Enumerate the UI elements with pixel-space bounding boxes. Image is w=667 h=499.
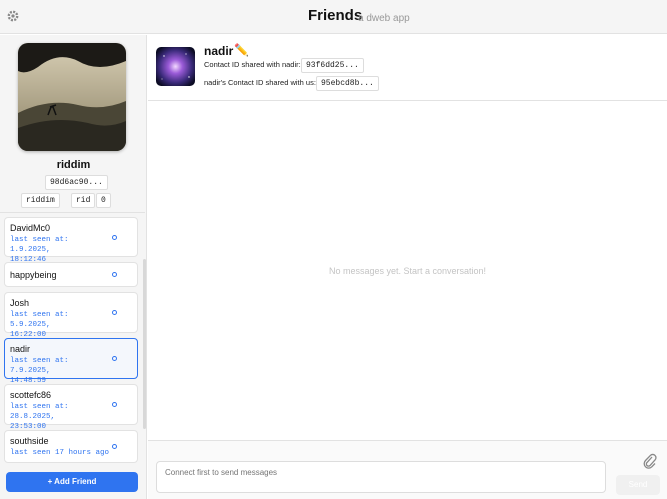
status-dot-icon [112, 356, 117, 361]
self-id-chip[interactable]: 98d6ac90... [45, 175, 108, 190]
add-friend-button[interactable]: + Add Friend [6, 472, 138, 492]
friend-card[interactable]: scottefc86 last seen at: 28.8.2025, 23:53… [4, 384, 138, 431]
sidebar: riddim 98d6ac90... riddim rid 0 DavidMc0… [0, 35, 147, 499]
friend-name: scottefc86 [10, 390, 52, 400]
friend-card[interactable]: happybeing [4, 262, 138, 287]
status-dot-icon [112, 310, 117, 315]
message-input[interactable] [156, 461, 606, 493]
received-id-label: nadir's Contact ID shared with us: [204, 78, 316, 87]
page-subtitle: a dweb app [358, 13, 410, 24]
self-tag-chip[interactable]: 0 [96, 193, 111, 208]
friend-last-seen: last seen 17 hours ago [10, 449, 110, 457]
friend-name: Josh [10, 298, 30, 308]
status-dot-icon [112, 444, 117, 449]
shared-id-chip[interactable]: 93f6dd25... [301, 58, 364, 73]
friend-name: southside [10, 436, 49, 446]
empty-messages-text: No messages yet. Start a conversation! [328, 266, 487, 276]
friend-card[interactable]: southside last seen 17 hours ago [4, 430, 138, 463]
status-dot-icon [112, 272, 117, 277]
status-dot-icon [112, 402, 117, 407]
self-tag-chip[interactable]: riddim [21, 193, 60, 208]
friend-card-selected[interactable]: nadir last seen at: 7.9.2025, 14:48:59 [4, 338, 138, 385]
self-avatar[interactable] [18, 43, 126, 151]
paperclip-icon[interactable] [643, 453, 659, 469]
status-dot-icon [112, 235, 117, 240]
self-name: riddim [56, 159, 91, 171]
contact-avatar[interactable] [156, 47, 195, 86]
received-id-chip[interactable]: 95ebcd8b... [316, 76, 379, 91]
app-header: Friends a dweb app [0, 0, 667, 34]
friend-list: DavidMc0 last seen at: 1.9.2025, 18:12:46… [0, 212, 145, 464]
friend-last-seen: last seen at: 1.9.2025, 18:12:46 [10, 236, 69, 264]
friend-name: nadir [10, 344, 31, 354]
page-title: Friends [308, 7, 363, 24]
send-button[interactable]: Send [616, 475, 660, 495]
contact-name: nadir [204, 44, 234, 58]
self-tag-chip[interactable]: rid [71, 193, 96, 208]
friend-card[interactable]: DavidMc0 last seen at: 1.9.2025, 18:12:46 [4, 217, 138, 264]
friend-last-seen: last seen at: 7.9.2025, 14:48:59 [10, 357, 69, 385]
composer: Send [148, 440, 667, 499]
shared-id-label: Contact ID shared with nadir: [204, 60, 301, 69]
friend-list-scrollbar[interactable] [143, 259, 146, 429]
friend-name: DavidMc0 [10, 223, 51, 233]
friend-name: happybeing [10, 270, 57, 280]
message-area: No messages yet. Start a conversation! [148, 102, 667, 440]
pencil-icon: ✏️ [234, 43, 249, 57]
contact-header: nadir ✏️ Contact ID shared with nadir: 9… [148, 35, 667, 101]
gear-icon[interactable] [6, 9, 20, 23]
friend-last-seen: last seen at: 5.9.2025, 16:22:00 [10, 311, 69, 339]
friend-card[interactable]: Josh last seen at: 5.9.2025, 16:22:00 [4, 292, 138, 339]
friend-last-seen: last seen at: 28.8.2025, 23:53:00 [10, 403, 69, 431]
